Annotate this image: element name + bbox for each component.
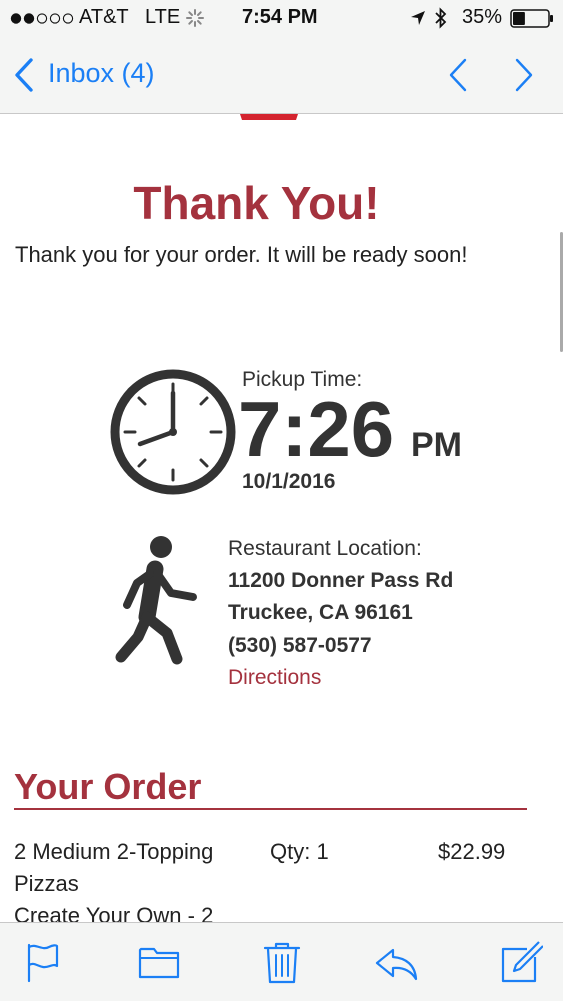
- carrier-name: AT&T: [79, 6, 129, 28]
- restaurant-phone[interactable]: (530) 587-0577: [228, 634, 372, 658]
- email-body[interactable]: Thank You! Thank you for your order. It …: [0, 114, 563, 922]
- back-button-label: Inbox (4): [48, 58, 155, 88]
- restaurant-logo: [240, 114, 298, 120]
- restaurant-address-line1: 11200 Donner Pass Rd: [228, 569, 454, 592]
- directions-link[interactable]: Directions: [228, 666, 321, 690]
- previous-message-button[interactable]: [447, 58, 469, 92]
- folder-icon[interactable]: [136, 939, 182, 985]
- your-order-heading: Your Order: [14, 766, 202, 807]
- pickup-date: 10/1/2016: [242, 470, 336, 493]
- battery-percentage: 35%: [462, 6, 503, 28]
- compose-icon[interactable]: [497, 939, 543, 985]
- location-arrow-icon: [411, 11, 425, 25]
- restaurant-address-line2: Truckee, CA 96161: [228, 601, 413, 624]
- thank-you-title: Thank You!: [133, 177, 380, 229]
- thank-you-message: Thank you for your order. It will be rea…: [15, 242, 468, 267]
- order-item-line2: Pizzas: [14, 871, 79, 896]
- flag-icon[interactable]: [20, 939, 66, 985]
- activity-spinner-icon: [186, 9, 204, 27]
- order-item-line1: 2 Medium 2-Topping: [14, 839, 214, 864]
- mail-toolbar: [0, 922, 563, 1001]
- order-item-line3: Create Your Own - 2: [14, 903, 214, 922]
- signal-strength-icon: [10, 13, 74, 24]
- order-item-qty: Qty: 1: [270, 839, 329, 864]
- status-bar: AT&T LTE 7:54 PM 35%: [0, 0, 563, 36]
- status-time: 7:54 PM: [242, 6, 318, 28]
- bluetooth-icon: [435, 7, 447, 29]
- walking-person-icon: [115, 536, 197, 665]
- reply-icon[interactable]: [373, 939, 419, 985]
- chevron-left-icon: [15, 58, 33, 92]
- restaurant-location-label: Restaurant Location:: [228, 537, 422, 560]
- pickup-time-ampm: PM: [411, 426, 462, 464]
- navigation-bar: Inbox (4): [0, 36, 563, 114]
- battery-icon: [510, 9, 553, 28]
- clock-icon: [110, 369, 236, 495]
- order-item-price: $22.99: [438, 839, 506, 864]
- next-message-button[interactable]: [513, 58, 535, 92]
- network-type: LTE: [145, 6, 181, 28]
- order-divider: [14, 808, 527, 810]
- trash-icon[interactable]: [259, 939, 305, 985]
- pickup-time-value: 7:26: [238, 385, 395, 473]
